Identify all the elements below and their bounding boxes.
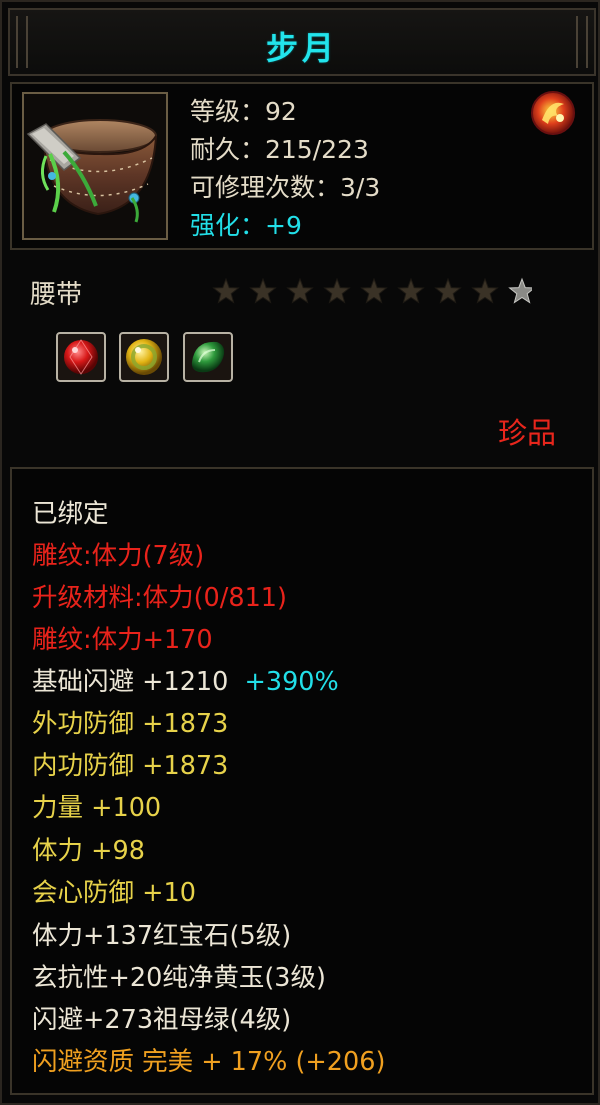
base-dodge-percent: +390% (244, 667, 339, 697)
gem-slot-3[interactable] (183, 332, 233, 382)
engrave-level: 雕纹:体力(7级) (32, 541, 205, 571)
star-empty-icon (508, 277, 532, 304)
item-title: 步月 (265, 29, 338, 67)
yellow-gem-icon (119, 332, 169, 382)
star-filled-icon (249, 277, 277, 304)
bound-status: 已绑定 (32, 499, 109, 529)
rarity-label: 珍品 (497, 416, 556, 450)
title-bar: 步月 (8, 8, 596, 76)
base-dodge-value: 基础闪避 +1210 (32, 667, 229, 697)
level-stat: 等级：92 (190, 97, 297, 126)
gem-bonus-2: 玄抗性+20纯净黄玉(3级) (32, 963, 326, 993)
fire-badge-icon (531, 91, 575, 135)
star-filled-icon (360, 277, 388, 304)
strength-stat: 力量 +100 (32, 793, 162, 823)
red-gem-icon (56, 332, 106, 382)
star-filled-icon (323, 277, 351, 304)
base-dodge: 基础闪避 +1210 +390% (32, 667, 339, 697)
upgrade-material: 升级材料:体力(0/811) (32, 583, 287, 613)
gem-slot-1[interactable] (56, 332, 106, 382)
item-tooltip: 步月 等级：92 耐久：215/223 可修理次数：3/3 强化：+9 腰带 珍… (0, 0, 600, 1105)
green-gem-icon (183, 332, 233, 382)
durability-stat: 耐久：215/223 (190, 135, 369, 164)
star-filled-icon (286, 277, 314, 304)
crit-defense: 会心防御 +10 (32, 878, 196, 908)
repair-count-stat: 可修理次数：3/3 (190, 173, 381, 202)
inner-defense: 内功防御 +1873 (32, 751, 229, 781)
star-filled-icon (434, 277, 462, 304)
outer-defense: 外功防御 +1873 (32, 709, 229, 739)
belt-icon (26, 119, 157, 223)
enhance-stat: 强化：+9 (190, 211, 302, 240)
item-icon-frame (22, 92, 168, 240)
item-info-box: 等级：92 耐久：215/223 可修理次数：3/3 强化：+9 (10, 82, 594, 250)
gem-bonus-3: 闪避+273祖母绿(4级) (32, 1005, 292, 1035)
engrave-bonus: 雕纹:体力+170 (32, 625, 213, 655)
vitality-stat: 体力 +98 (32, 836, 145, 866)
attributes-box: 已绑定 雕纹:体力(7级) 升级材料:体力(0/811) 雕纹:体力+170 基… (10, 467, 594, 1095)
gem-bonus-1: 体力+137红宝石(5级) (32, 921, 292, 951)
star-rating (212, 277, 532, 304)
star-filled-icon (212, 277, 240, 304)
star-filled-icon (397, 277, 425, 304)
dodge-aptitude: 闪避资质 完美 + 17% (+206) (32, 1047, 386, 1077)
item-type-label: 腰带 (30, 280, 83, 310)
gem-slot-2[interactable] (119, 332, 169, 382)
star-filled-icon (471, 277, 499, 304)
